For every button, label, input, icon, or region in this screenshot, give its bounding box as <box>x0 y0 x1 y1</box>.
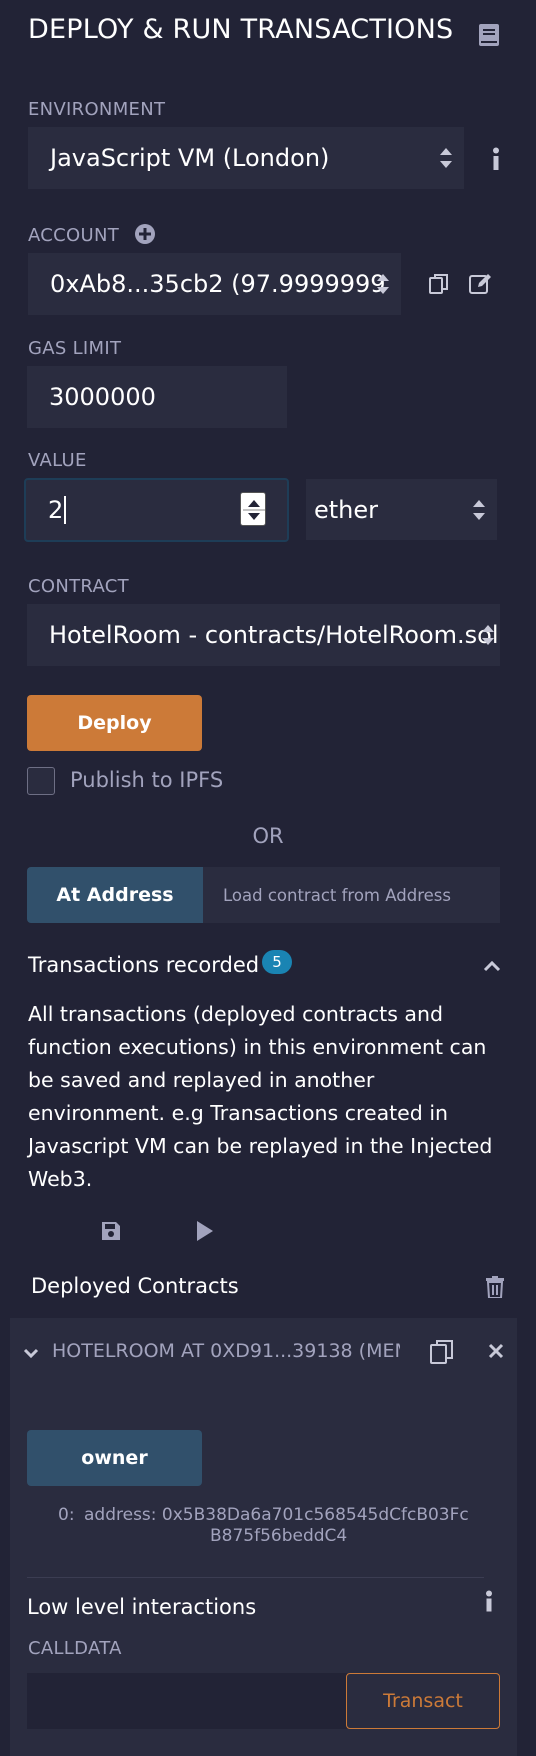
output-address-line1: address: 0x5B38Da6a701c568545dCfcB03Fc <box>84 1505 469 1525</box>
output-index: 0: <box>58 1505 75 1525</box>
low-level-interactions-title: Low level interactions <box>27 1595 257 1619</box>
value-amount: 2 <box>48 496 64 524</box>
info-icon[interactable] <box>484 145 508 173</box>
chevron-up-icon[interactable] <box>480 954 504 978</box>
text-cursor <box>64 496 67 524</box>
deployed-contracts-title: Deployed Contracts <box>31 1274 239 1298</box>
output-address-line2: B875f56beddC4 <box>210 1526 348 1546</box>
copy-icon[interactable] <box>426 270 452 298</box>
play-icon[interactable] <box>193 1219 217 1243</box>
contract-label: CONTRACT <box>28 576 129 597</box>
contract-instance-title[interactable]: HOTELROOM AT 0XD91...39138 (MEMORY) <box>52 1340 400 1362</box>
edit-icon[interactable] <box>466 270 496 298</box>
panel-title: DEPLOY & RUN TRANSACTIONS <box>28 14 454 45</box>
close-icon[interactable] <box>484 1339 508 1363</box>
calldata-input[interactable] <box>27 1673 347 1729</box>
transactions-recorded-title[interactable]: Transactions recorded <box>28 953 259 977</box>
account-value: 0xAb8...35cb2 (97.9999999 <box>50 270 386 298</box>
select-arrows-icon <box>482 625 494 645</box>
publish-ipfs-label: Publish to IPFS <box>70 768 224 792</box>
select-arrows-icon <box>440 148 452 168</box>
calldata-label: CALLDATA <box>28 1638 122 1659</box>
address-input[interactable]: Load contract from Address <box>203 867 500 923</box>
value-label: VALUE <box>28 450 87 471</box>
environment-label: ENVIRONMENT <box>28 99 166 120</box>
add-account-icon[interactable] <box>134 223 156 245</box>
environment-select[interactable]: JavaScript VM (London) <box>28 127 464 189</box>
value-unit: ether <box>314 495 379 524</box>
value-unit-select[interactable]: ether <box>306 479 497 540</box>
value-input[interactable]: 2 <box>24 478 289 542</box>
save-icon[interactable] <box>99 1219 123 1243</box>
number-stepper-icon[interactable] <box>240 492 266 526</box>
contract-value: HotelRoom - contracts/HotelRoom.sol <box>49 621 499 649</box>
transactions-count-badge: 5 <box>262 950 292 974</box>
account-select[interactable]: 0xAb8...35cb2 (97.9999999 <box>28 253 401 315</box>
address-placeholder: Load contract from Address <box>223 885 451 905</box>
gas-limit-input[interactable]: 3000000 <box>27 366 287 428</box>
select-arrows-icon <box>473 499 485 520</box>
book-icon[interactable] <box>474 20 504 50</box>
deploy-button[interactable]: Deploy <box>27 695 202 751</box>
environment-value: JavaScript VM (London) <box>50 144 330 172</box>
select-arrows-icon <box>377 274 389 294</box>
copy-icon[interactable] <box>428 1337 456 1367</box>
owner-button[interactable]: owner <box>27 1430 202 1486</box>
transact-button[interactable]: Transact <box>346 1673 500 1729</box>
divider <box>27 1577 484 1578</box>
chevron-down-icon[interactable] <box>20 1342 42 1364</box>
contract-select[interactable]: HotelRoom - contracts/HotelRoom.sol <box>27 604 500 666</box>
transactions-description: All transactions (deployed contracts and… <box>28 1002 493 1191</box>
gas-limit-value: 3000000 <box>49 383 156 411</box>
gas-limit-label: GAS LIMIT <box>28 338 122 359</box>
at-address-button[interactable]: At Address <box>27 867 203 923</box>
publish-ipfs-checkbox[interactable] <box>27 767 55 795</box>
or-divider: OR <box>252 824 284 848</box>
trash-icon[interactable] <box>483 1274 507 1300</box>
info-icon[interactable] <box>481 1589 497 1613</box>
account-label: ACCOUNT <box>28 225 120 246</box>
